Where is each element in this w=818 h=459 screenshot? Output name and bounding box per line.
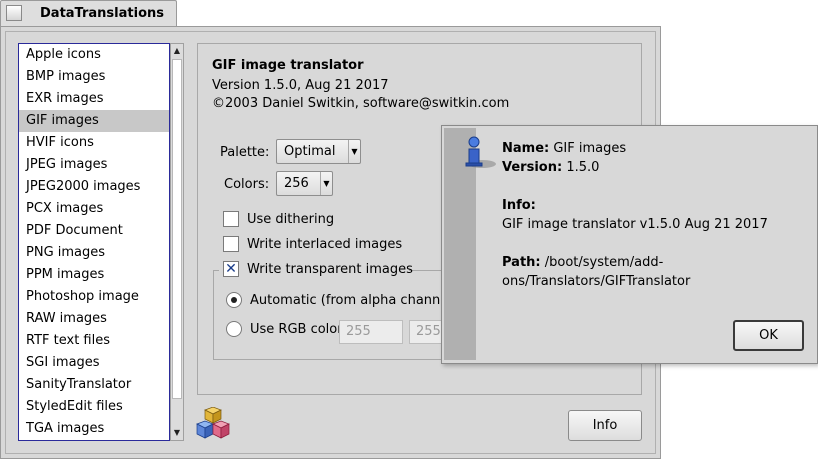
rgb-red-input[interactable]: 255 [339, 320, 403, 344]
dialog-name-value: GIF images [553, 141, 627, 156]
dialog-version-row: Version: 1.5.0 [502, 160, 599, 175]
dialog-version-label: Version: [502, 160, 563, 175]
info-person-icon [465, 136, 496, 168]
use-rgb-radio[interactable] [226, 321, 242, 337]
list-item[interactable]: HVIF icons [19, 132, 169, 154]
list-item-selected[interactable]: GIF images [19, 110, 169, 132]
translator-name: GIF image translator [212, 58, 364, 73]
dialog-path-label: Path: [502, 255, 541, 270]
list-scrollbar[interactable]: ▲ ▼ [170, 43, 184, 441]
colors-dropdown[interactable]: 256 ▼ [276, 171, 333, 196]
ok-button[interactable]: OK [733, 320, 804, 351]
translator-copyright: ©2003 Daniel Switkin, software@switkin.c… [212, 96, 510, 111]
close-icon[interactable] [6, 5, 22, 21]
list-item[interactable]: PPM images [19, 264, 169, 286]
list-item[interactable]: PNG images [19, 242, 169, 264]
dialog-path-value-line2: ons/Translators/GIFTranslator [502, 274, 691, 289]
list-item[interactable]: Photoshop image [19, 286, 169, 308]
datatranslations-cubes-icon [196, 407, 230, 439]
transparency-group [213, 270, 453, 360]
dialog-info-label: Info: [502, 198, 536, 213]
window-title: DataTranslations [40, 6, 164, 21]
info-button[interactable]: Info [568, 410, 642, 441]
rgb-green-input[interactable]: 255 [409, 320, 443, 344]
dropdown-arrow-icon: ▼ [320, 172, 332, 195]
use-rgb-label: Use RGB color [250, 322, 343, 337]
use-dithering-label: Use dithering [247, 212, 335, 227]
palette-dropdown[interactable]: Optimal ▼ [276, 139, 361, 164]
palette-value: Optimal [284, 144, 336, 159]
list-item[interactable]: TGA images [19, 418, 169, 440]
dialog-path-row: Path: /boot/system/add- [502, 255, 663, 270]
list-item[interactable]: StyledEdit files [19, 396, 169, 418]
write-transparent-label: Write transparent images [247, 262, 413, 277]
list-item[interactable]: JPEG2000 images [19, 176, 169, 198]
automatic-radio[interactable] [226, 292, 242, 308]
list-item[interactable]: Apple icons [19, 44, 169, 66]
dialog-info-label-row: Info: [502, 198, 536, 213]
write-interlaced-checkbox[interactable] [223, 236, 239, 252]
list-item[interactable]: EXR images [19, 88, 169, 110]
dialog-info-value: GIF image translator v1.5.0 Aug 21 2017 [502, 217, 768, 232]
scroll-up-arrow-icon[interactable]: ▲ [171, 44, 183, 58]
list-item[interactable]: BMP images [19, 66, 169, 88]
colors-value: 256 [284, 176, 309, 191]
scrollbar-thumb[interactable] [172, 59, 182, 399]
write-transparent-checkbox[interactable]: ✕ [223, 261, 239, 277]
dialog-version-value: 1.5.0 [566, 160, 600, 175]
dialog-path-value-line1: /boot/system/add- [544, 255, 664, 270]
translator-list[interactable]: Apple icons BMP images EXR images GIF im… [18, 43, 170, 441]
list-item[interactable]: JPEG images [19, 154, 169, 176]
palette-label: Palette: [220, 145, 270, 160]
list-item[interactable]: PCX images [19, 198, 169, 220]
automatic-label: Automatic (from alpha channel) [250, 293, 457, 308]
dialog-name-label: Name: [502, 141, 550, 156]
scroll-down-arrow-icon[interactable]: ▼ [171, 426, 183, 440]
dialog-name-row: Name: GIF images [502, 141, 626, 156]
write-interlaced-label: Write interlaced images [247, 237, 403, 252]
list-item[interactable]: SGI images [19, 352, 169, 374]
colors-label: Colors: [224, 177, 270, 192]
list-item[interactable]: RTF text files [19, 330, 169, 352]
dropdown-arrow-icon: ▼ [348, 140, 360, 163]
use-dithering-checkbox[interactable] [223, 211, 239, 227]
list-item[interactable]: PDF Document [19, 220, 169, 242]
translator-version: Version 1.5.0, Aug 21 2017 [212, 78, 389, 93]
list-item[interactable]: RAW images [19, 308, 169, 330]
list-item[interactable]: SanityTranslator [19, 374, 169, 396]
